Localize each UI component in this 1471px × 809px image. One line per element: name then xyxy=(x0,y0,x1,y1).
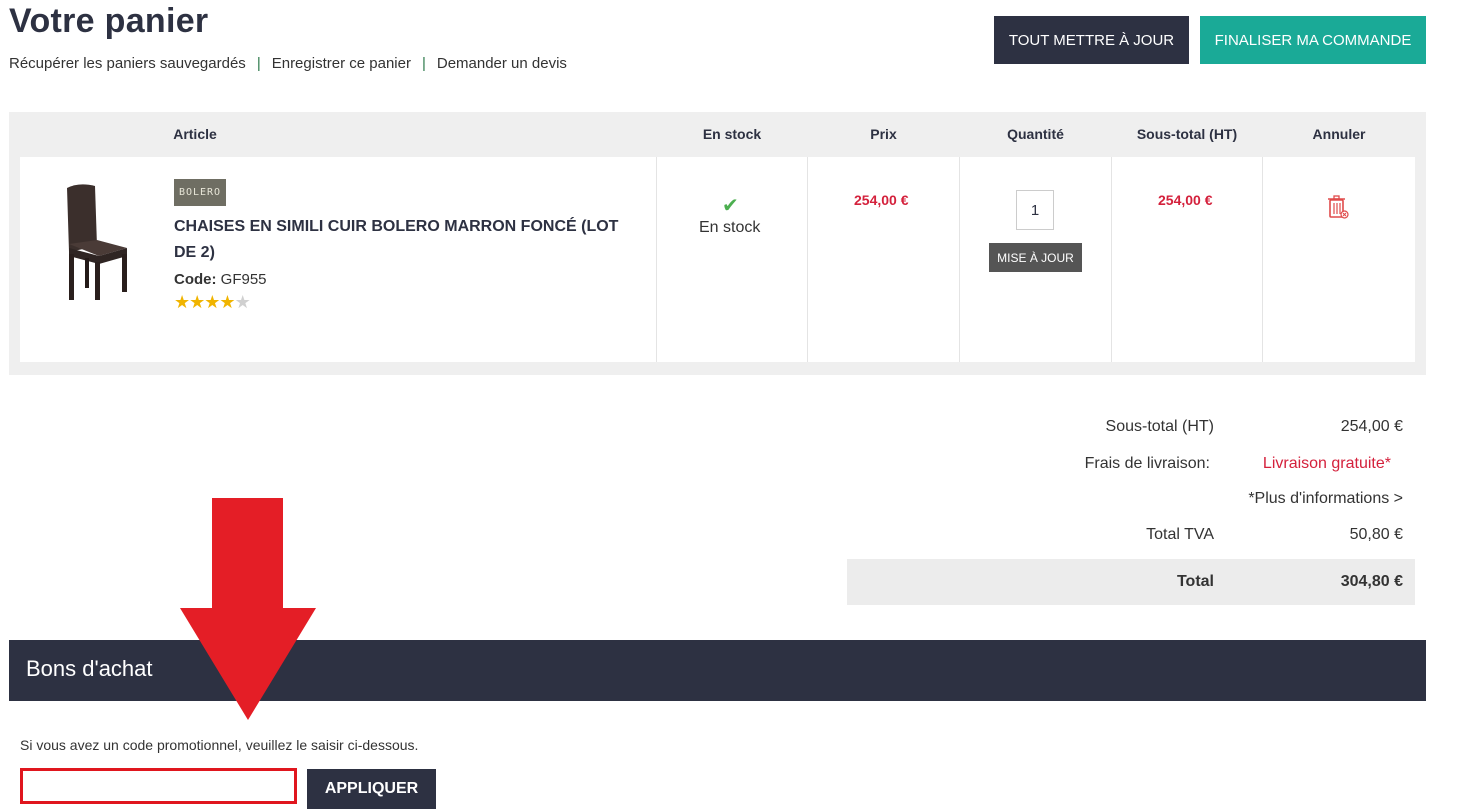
link-separator: | xyxy=(421,55,426,72)
star-icon: ★ xyxy=(219,292,235,312)
star-icon: ★ xyxy=(174,292,190,312)
column-divider xyxy=(1111,157,1112,362)
header-quantity: Quantité xyxy=(1007,126,1064,142)
total-value: 304,80 € xyxy=(1340,573,1403,590)
request-quote-link[interactable]: Demander un devis xyxy=(437,55,567,72)
product-code-label: Code: xyxy=(174,271,217,288)
link-separator: | xyxy=(256,55,261,72)
promo-code-input[interactable] xyxy=(20,768,297,804)
item-subtotal: 254,00 € xyxy=(1158,192,1213,208)
vat-value: 50,80 € xyxy=(1349,526,1403,543)
saved-carts-link[interactable]: Récupérer les paniers sauvegardés xyxy=(9,55,246,72)
column-divider xyxy=(656,157,657,362)
cart-links: Récupérer les paniers sauvegardés | Enre… xyxy=(9,55,567,72)
voucher-hint: Si vous avez un code promotionnel, veuil… xyxy=(20,737,419,753)
shipping-value: Livraison gratuite* xyxy=(1262,455,1391,472)
shipping-label: Frais de livraison: xyxy=(1084,455,1210,472)
star-icon: ★ xyxy=(189,292,205,312)
annotation-arrow-icon xyxy=(180,498,316,720)
vat-label: Total TVA xyxy=(1146,526,1214,543)
brand-logo: BOLERO xyxy=(174,179,226,206)
product-image[interactable] xyxy=(55,182,135,304)
check-icon: ✔ xyxy=(722,195,739,217)
column-divider xyxy=(959,157,960,362)
header-article: Article xyxy=(173,126,217,142)
subtotal-value: 254,00 € xyxy=(1340,418,1403,435)
header-price: Prix xyxy=(870,126,897,142)
update-all-button[interactable]: TOUT METTRE À JOUR xyxy=(994,16,1189,64)
header-cancel: Annuler xyxy=(1312,126,1366,142)
voucher-title: Bons d'achat xyxy=(26,656,153,681)
column-divider xyxy=(1262,157,1263,362)
stock-status: En stock xyxy=(699,219,761,236)
subtotal-label: Sous-total (HT) xyxy=(1105,418,1214,435)
column-divider xyxy=(807,157,808,362)
page-title: Votre panier xyxy=(9,2,209,40)
product-name[interactable]: CHAISES EN SIMILI CUIR BOLERO MARRON FON… xyxy=(174,214,644,266)
product-code-value: GF955 xyxy=(220,271,267,288)
rating-stars: ★★★★★ xyxy=(174,292,251,313)
save-cart-link[interactable]: Enregistrer ce panier xyxy=(272,55,411,72)
apply-voucher-button[interactable]: APPLIQUER xyxy=(307,769,436,809)
checkout-button[interactable]: FINALISER MA COMMANDE xyxy=(1200,16,1426,64)
star-empty-icon: ★ xyxy=(234,292,251,312)
header-stock: En stock xyxy=(702,126,762,142)
update-quantity-button[interactable]: MISE À JOUR xyxy=(989,243,1082,272)
star-icon: ★ xyxy=(204,292,220,312)
item-price: 254,00 € xyxy=(854,192,909,208)
header-subtotal: Sous-total (HT) xyxy=(1136,126,1238,142)
total-label: Total xyxy=(1176,573,1214,590)
quantity-input[interactable]: 1 xyxy=(1016,190,1054,230)
trash-icon[interactable] xyxy=(1326,194,1350,220)
more-info-link[interactable]: *Plus d'informations > xyxy=(1200,490,1403,508)
product-code: Code: GF955 xyxy=(174,271,267,288)
